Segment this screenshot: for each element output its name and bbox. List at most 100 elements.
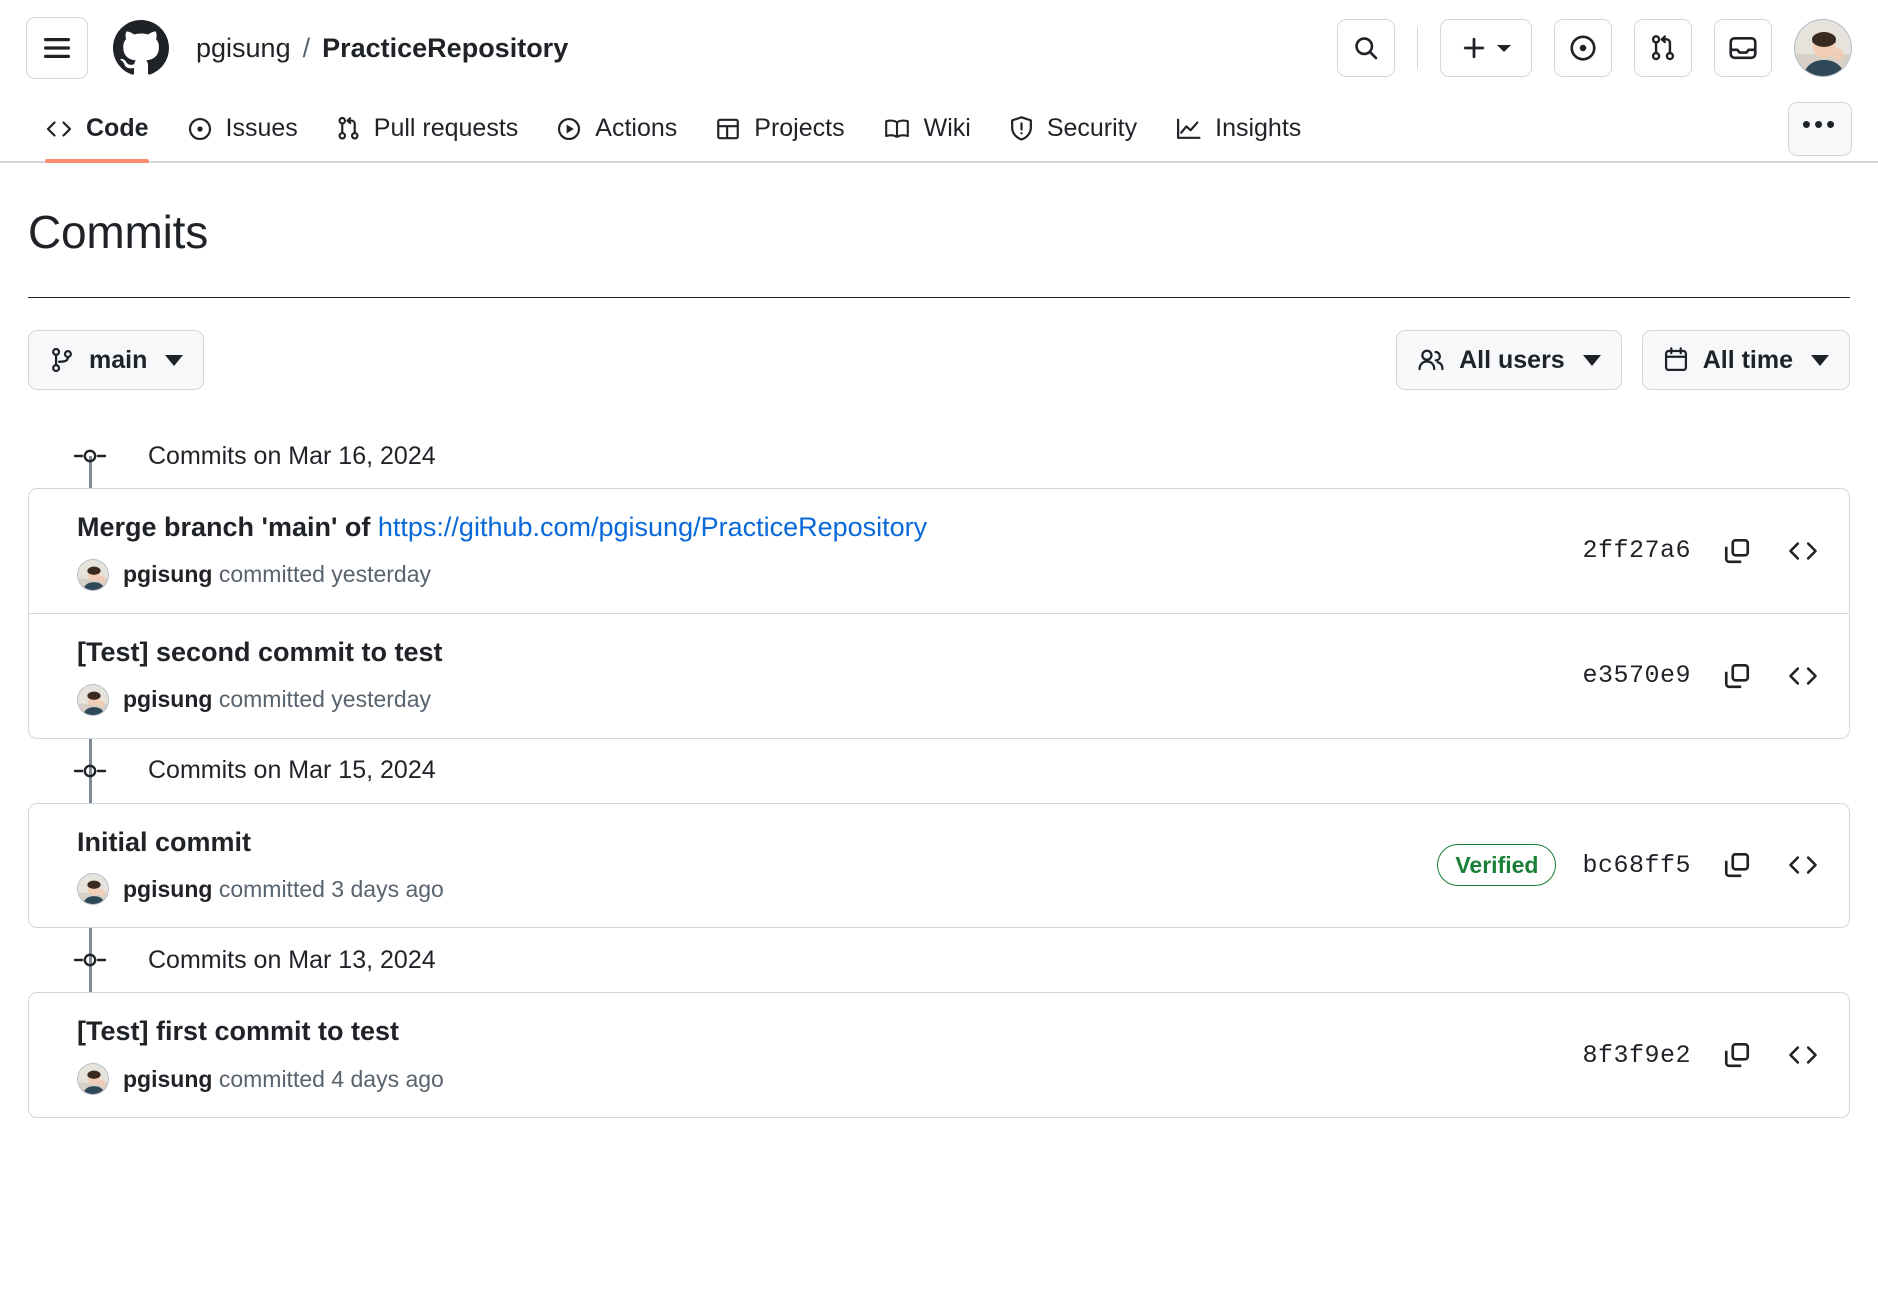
commit-group: Commits on Mar 16, 2024 Merge branch 'ma… (28, 424, 1850, 739)
search-button[interactable] (1337, 19, 1395, 77)
commit-meta-text: pgisung committed 3 days ago (123, 876, 444, 903)
tab-projects[interactable]: Projects (696, 96, 863, 161)
timeline-node-icon (73, 951, 107, 969)
tab-insights-label: Insights (1215, 114, 1302, 142)
commit-author[interactable]: pgisung (123, 561, 212, 587)
commit-author[interactable]: pgisung (123, 876, 212, 902)
repo-nav-overflow-button[interactable]: ••• (1788, 101, 1852, 156)
code-icon (45, 118, 73, 140)
commit-group-date: Commits on Mar 15, 2024 (148, 756, 436, 784)
commit-title[interactable]: Initial commit (77, 826, 1413, 860)
commit-title-link[interactable]: https://github.com/pgisung/PracticeRepos… (378, 512, 927, 542)
tab-issues-label: Issues (225, 114, 298, 142)
commit-group-date: Commits on Mar 16, 2024 (148, 441, 436, 470)
commit-title: Merge branch 'main' of https://github.co… (77, 511, 1558, 545)
commit-group: Commits on Mar 15, 2024 Initial commit p… (28, 714, 1850, 929)
code-brackets-icon[interactable] (1783, 531, 1823, 571)
tab-actions-label: Actions (595, 114, 678, 142)
people-icon (1417, 347, 1445, 373)
pull-requests-button[interactable] (1634, 19, 1692, 77)
tab-actions[interactable]: Actions (537, 96, 696, 161)
date-filter-button[interactable]: All time (1641, 330, 1850, 390)
play-circle-icon (556, 116, 582, 142)
copy-icon[interactable] (1717, 531, 1757, 571)
avatar[interactable] (77, 1063, 109, 1095)
chevron-down-icon (1811, 354, 1829, 366)
git-pull-request-icon (336, 115, 361, 142)
commit-sha[interactable]: 8f3f9e2 (1582, 1041, 1691, 1070)
code-brackets-icon[interactable] (1783, 656, 1823, 696)
commit-title[interactable]: [Test] first commit to test (77, 1015, 1558, 1049)
user-filter-button[interactable]: All users (1396, 330, 1622, 390)
breadcrumb-repo[interactable]: PracticeRepository (322, 34, 568, 62)
copy-icon[interactable] (1717, 845, 1757, 885)
commit-row[interactable]: Initial commit pgisung committed 3 days … (29, 804, 1849, 928)
notifications-button[interactable] (1714, 19, 1772, 77)
issues-button[interactable] (1554, 19, 1612, 77)
commit-time: committed 4 days ago (212, 1065, 444, 1092)
global-header: pgisung / PracticeRepository (0, 0, 1878, 96)
tab-security-label: Security (1046, 114, 1138, 142)
code-brackets-icon[interactable] (1783, 1035, 1823, 1075)
git-pull-request-icon (1649, 33, 1677, 63)
avatar[interactable] (77, 683, 109, 716)
table-icon (715, 116, 741, 142)
hamburger-menu-icon (42, 36, 72, 60)
commit-meta: pgisung committed yesterday (77, 683, 1558, 716)
commit-actions: 8f3f9e2 (1582, 1035, 1823, 1075)
copy-icon[interactable] (1717, 656, 1757, 696)
commit-row[interactable]: [Test] first commit to test pgisung comm… (29, 993, 1849, 1117)
circle-dot-icon (1568, 33, 1598, 63)
tab-issues[interactable]: Issues (168, 96, 317, 161)
avatar[interactable] (1794, 19, 1852, 77)
tab-wiki-label: Wiki (923, 114, 971, 142)
copy-icon[interactable] (1717, 1035, 1757, 1075)
breadcrumb-owner[interactable]: pgisung (196, 34, 291, 62)
tab-code-label: Code (86, 114, 149, 142)
breadcrumb-separator: / (302, 32, 311, 63)
tab-security[interactable]: Security (990, 96, 1156, 161)
shield-icon (1009, 115, 1034, 142)
commit-author[interactable]: pgisung (123, 686, 212, 712)
commit-card: [Test] first commit to test pgisung comm… (28, 992, 1850, 1118)
commit-sha[interactable]: 2ff27a6 (1582, 536, 1691, 565)
page-title: Commits (28, 206, 209, 258)
commit-time: committed yesterday (212, 561, 432, 588)
tab-insights[interactable]: Insights (1156, 96, 1320, 161)
timeline-node-icon (73, 447, 107, 465)
commit-sha[interactable]: bc68ff5 (1582, 851, 1691, 880)
commit-card: Initial commit pgisung committed 3 days … (28, 802, 1850, 929)
tab-pull-requests[interactable]: Pull requests (317, 96, 538, 161)
search-icon (1352, 34, 1380, 62)
timeline-node-icon (73, 762, 107, 780)
commit-title[interactable]: [Test] second commit to test (77, 636, 1558, 670)
graph-icon (1175, 116, 1202, 142)
commit-time: committed yesterday (212, 686, 432, 712)
user-filter-label: All users (1459, 345, 1565, 374)
branch-selector-label: main (89, 345, 148, 374)
commit-row[interactable]: [Test] second commit to test pgisung com… (29, 612, 1849, 738)
header-actions (1337, 19, 1852, 77)
filter-group-right: All users All time (1396, 330, 1850, 390)
commit-sha[interactable]: e3570e9 (1582, 661, 1691, 690)
commit-meta-text: pgisung committed yesterday (123, 686, 431, 713)
branch-selector-button[interactable]: main (28, 330, 205, 390)
commit-row[interactable]: Merge branch 'main' of https://github.co… (29, 489, 1849, 613)
tab-projects-label: Projects (754, 114, 845, 142)
commit-author[interactable]: pgisung (123, 1066, 212, 1092)
tab-code[interactable]: Code (26, 96, 168, 163)
commit-title-text[interactable]: Merge branch 'main' of (77, 512, 378, 542)
tab-wiki[interactable]: Wiki (864, 96, 990, 161)
commit-actions: e3570e9 (1582, 656, 1823, 696)
book-icon (883, 117, 911, 141)
create-new-button[interactable] (1440, 19, 1532, 77)
avatar[interactable] (77, 558, 109, 591)
github-logo-icon[interactable] (110, 17, 172, 79)
code-brackets-icon[interactable] (1783, 845, 1823, 885)
commit-group-header: Commits on Mar 15, 2024 (28, 739, 1850, 803)
avatar[interactable] (77, 873, 109, 906)
status-badge[interactable]: Verified (1437, 844, 1557, 887)
hamburger-menu-button[interactable] (26, 17, 88, 79)
commit-meta: pgisung committed 4 days ago (77, 1063, 1558, 1095)
commits-filter-bar: main All users All time (28, 330, 1850, 390)
